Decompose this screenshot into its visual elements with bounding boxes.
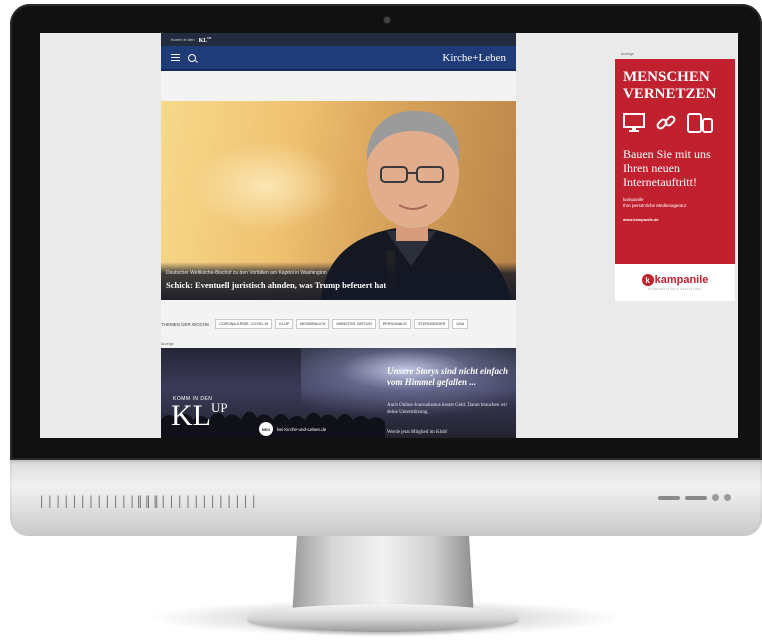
monitor-stand-base	[248, 604, 518, 632]
top-strip[interactable]: Komm in den KLUP	[161, 33, 516, 46]
kampanile-ad-panel: MENSCHEN VERNETZEN Bauen Sie mit uns Ihr…	[615, 59, 735, 264]
kampanile-tagline: KOMMUNIKATION & GESTALTUNG	[648, 288, 702, 291]
theme-tag[interactable]: PERSONALIE	[378, 319, 411, 329]
ad-klup-logo: KLUP	[171, 399, 228, 432]
camera-icon	[384, 17, 390, 23]
ad-body-text: Auch Online-Journalismus kostet Geld. Da…	[387, 403, 508, 415]
klup-logo[interactable]: KLUP	[199, 36, 212, 44]
themes-of-week: THEMEN DER WOCHE CORONA-KRISE, COVID-19 …	[161, 319, 516, 329]
theme-tag[interactable]: MISSBRAUCH	[296, 319, 330, 329]
site-header: Kirche+Leben	[161, 46, 516, 71]
monitor-button[interactable]	[658, 495, 680, 500]
hero-subtitle: Deutscher Weltkirche-Bischof zu den Vorf…	[166, 270, 327, 276]
monitor-buttons	[658, 494, 731, 501]
ad-company-info: kampanile Ihre persönliche Medienagentur	[623, 197, 687, 208]
theme-tag[interactable]: USA	[452, 319, 469, 329]
theme-tag[interactable]: STERNSINGER	[413, 319, 450, 329]
hero-article[interactable]: Deutscher Weltkirche-Bischof zu den Vorf…	[161, 101, 516, 300]
ad-cta-text: Werde jetzt Mitglied im Klub!	[387, 430, 448, 435]
hero-title[interactable]: Schick: Eventuell juristisch ahnden, was…	[166, 280, 511, 290]
klup-ad-banner[interactable]: KOMM IN DEN KLUP NEU bei Kirche-und-Lebe…	[161, 348, 516, 438]
monitor-button[interactable]	[685, 495, 707, 500]
ad-url[interactable]: www.kampanile.de	[623, 217, 727, 222]
side-ad-label: Anzeige	[621, 52, 634, 56]
power-button[interactable]	[724, 494, 731, 501]
ad-headline: Unsere Storys sind nicht einfach vom Him…	[387, 366, 509, 387]
monitor-icon	[623, 113, 645, 132]
neu-text: bei Kirche-und-Leben.de	[277, 427, 327, 432]
kampanile-k-icon: k	[641, 274, 654, 286]
theme-tag[interactable]: MÜNSTER, BISTUM	[332, 319, 376, 329]
ad-headline: MENSCHEN VERNETZEN	[623, 69, 717, 102]
link-icon	[656, 115, 676, 130]
device-icons	[623, 113, 727, 133]
menu-icon[interactable]	[171, 54, 180, 61]
hero-caption: Deutscher Weltkirche-Bischof zu den Vorf…	[161, 262, 516, 300]
ad-label: Anzeige	[161, 342, 174, 346]
search-icon[interactable]	[188, 53, 196, 62]
ad-body-text: Bauen Sie mit uns Ihren neuen Internetau…	[623, 147, 711, 189]
monitor-screen: Komm in den KLUP Kirche+Leben Deutscher …	[40, 33, 738, 438]
tablet-phone-icon	[687, 113, 713, 133]
neu-badge: NEU	[259, 422, 273, 436]
monitor-button[interactable]	[712, 494, 719, 501]
top-strip-text: Komm in den	[171, 37, 195, 42]
speaker-grill-right: |||||||||||||||	[135, 494, 259, 508]
themes-label: THEMEN DER WOCHE	[161, 321, 210, 327]
kampanile-logo[interactable]: k kampanile KOMMUNIKATION & GESTALTUNG	[615, 264, 735, 301]
theme-tag[interactable]: KLUP	[275, 319, 294, 329]
theme-tag[interactable]: CORONA-KRISE, COVID-19	[215, 319, 273, 329]
kampanile-ad[interactable]: MENSCHEN VERNETZEN Bauen Sie mit uns Ihr…	[615, 59, 735, 301]
site-logo[interactable]: Kirche+Leben	[442, 52, 506, 64]
header-controls	[171, 53, 196, 62]
